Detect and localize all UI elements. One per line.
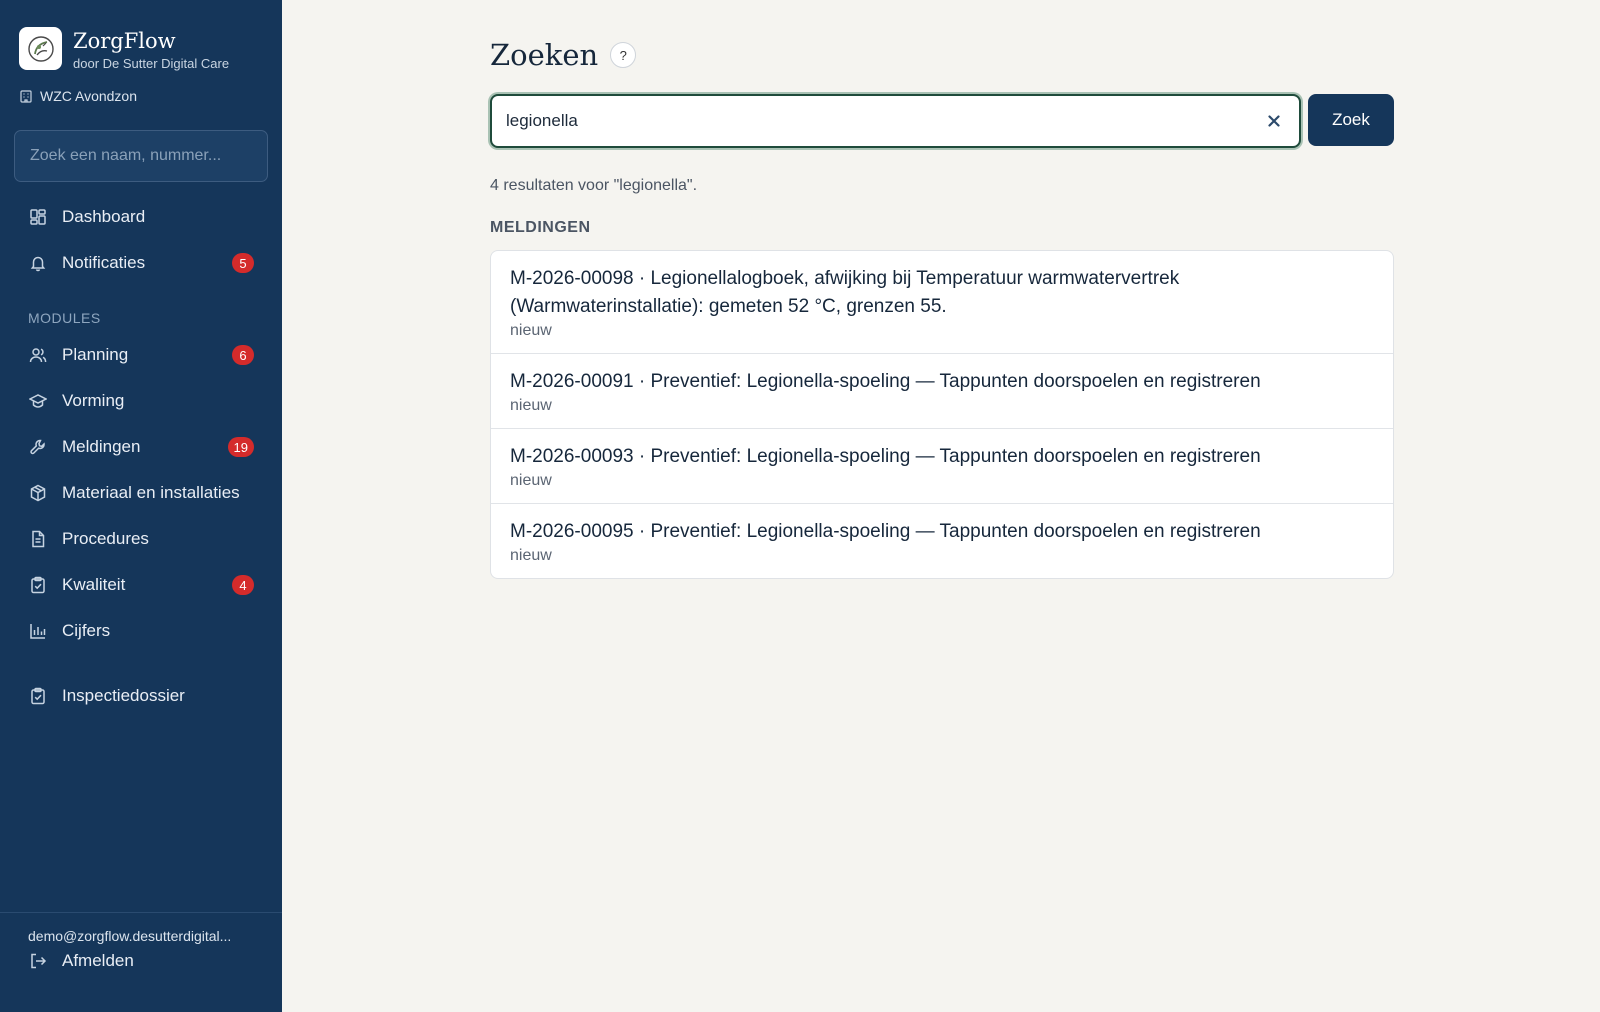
- logout-label: Afmelden: [62, 951, 134, 970]
- brand[interactable]: ZorgFlow door De Sutter Digital Care: [19, 27, 229, 71]
- wrench-icon: [28, 437, 48, 457]
- users-icon: [28, 345, 48, 365]
- sidebar-item-label: Meldingen: [62, 437, 141, 456]
- clipboard-check-icon: [28, 575, 48, 595]
- result-status: nieuw: [510, 322, 552, 339]
- bell-icon: [28, 253, 48, 273]
- graduation-cap-icon: [28, 391, 48, 411]
- sidebar-item-label: Notificaties: [62, 253, 146, 272]
- modules-section-label: MODULES: [28, 310, 101, 326]
- bar-chart-icon: [28, 621, 48, 641]
- building-icon: [20, 90, 32, 103]
- clear-search-icon[interactable]: [1265, 112, 1283, 130]
- clipboard-check-icon: [28, 686, 48, 706]
- result-title: M-2026-00098 · Legionellalogboek, afwijk…: [510, 268, 1180, 317]
- search-input[interactable]: [492, 96, 1299, 146]
- kwaliteit-count-badge: 4: [232, 575, 254, 595]
- result-status: nieuw: [510, 472, 552, 489]
- result-item[interactable]: M-2026-00091 · Preventief: Legionella-sp…: [491, 354, 1393, 429]
- sidebar-item-kwaliteit[interactable]: Kwaliteit 4: [14, 565, 268, 605]
- zorgflow-logo-icon: [19, 27, 62, 70]
- sidebar-item-vorming[interactable]: Vorming: [14, 381, 268, 421]
- sidebar-item-materiaal[interactable]: Materiaal en installaties: [14, 473, 268, 513]
- brand-name: ZorgFlow: [73, 29, 176, 53]
- result-item[interactable]: M-2026-00095 · Preventief: Legionella-sp…: [491, 504, 1393, 578]
- document-icon: [28, 529, 48, 549]
- search-field: [490, 94, 1301, 148]
- box-icon: [28, 483, 48, 503]
- result-item[interactable]: M-2026-00098 · Legionellalogboek, afwijk…: [491, 251, 1393, 354]
- organization-name: WZC Avondzon: [40, 88, 138, 104]
- sidebar-item-label: Vorming: [62, 391, 125, 410]
- notification-count-badge: 5: [232, 253, 254, 273]
- planning-count-badge: 6: [232, 345, 254, 365]
- page-title: Zoeken: [490, 38, 599, 72]
- result-count: 4 resultaten voor "legionella".: [490, 177, 698, 194]
- sidebar-item-label: Cijfers: [62, 621, 111, 640]
- dashboard-icon: [28, 207, 48, 227]
- sidebar-item-notificaties[interactable]: Notificaties 5: [14, 243, 268, 283]
- sidebar-item-label: Dashboard: [62, 207, 146, 226]
- result-title: M-2026-00095 · Preventief: Legionella-sp…: [510, 521, 1261, 542]
- result-item[interactable]: M-2026-00093 · Preventief: Legionella-sp…: [491, 429, 1393, 504]
- sidebar: ZorgFlow door De Sutter Digital Care WZC…: [0, 0, 282, 1012]
- logout-button[interactable]: Afmelden: [14, 941, 268, 981]
- organization-label: WZC Avondzon: [19, 88, 137, 104]
- sidebar-item-dashboard[interactable]: Dashboard: [14, 197, 268, 237]
- sidebar-item-procedures[interactable]: Procedures: [14, 519, 268, 559]
- sidebar-item-label: Planning: [62, 345, 129, 364]
- result-status: nieuw: [510, 547, 552, 564]
- help-button[interactable]: ?: [610, 42, 637, 68]
- sidebar-item-planning[interactable]: Planning 6: [14, 335, 268, 375]
- results-list: M-2026-00098 · Legionellalogboek, afwijk…: [490, 250, 1394, 579]
- page-header: Zoeken ?: [490, 38, 637, 72]
- result-title: M-2026-00093 · Preventief: Legionella-sp…: [510, 446, 1261, 467]
- brand-subtitle: door De Sutter Digital Care: [73, 56, 230, 71]
- sidebar-item-label: Kwaliteit: [62, 575, 126, 594]
- search-button[interactable]: Zoek: [1308, 94, 1394, 146]
- sidebar-item-label: Procedures: [62, 529, 149, 548]
- sidebar-item-label: Inspectiedossier: [62, 686, 185, 705]
- sidebar-item-inspectiedossier[interactable]: Inspectiedossier: [14, 676, 268, 716]
- results-section-label: MELDINGEN: [490, 219, 591, 236]
- sidebar-item-label: Materiaal en installaties: [62, 483, 240, 502]
- meldingen-count-badge: 19: [227, 437, 254, 457]
- sidebar-search-input[interactable]: [14, 130, 268, 182]
- sidebar-item-cijfers[interactable]: Cijfers: [14, 611, 268, 651]
- sidebar-divider: [0, 912, 282, 913]
- logout-icon: [28, 951, 48, 971]
- sidebar-item-meldingen[interactable]: Meldingen 19: [14, 427, 268, 467]
- result-status: nieuw: [510, 397, 552, 414]
- result-title: M-2026-00091 · Preventief: Legionella-sp…: [510, 371, 1261, 392]
